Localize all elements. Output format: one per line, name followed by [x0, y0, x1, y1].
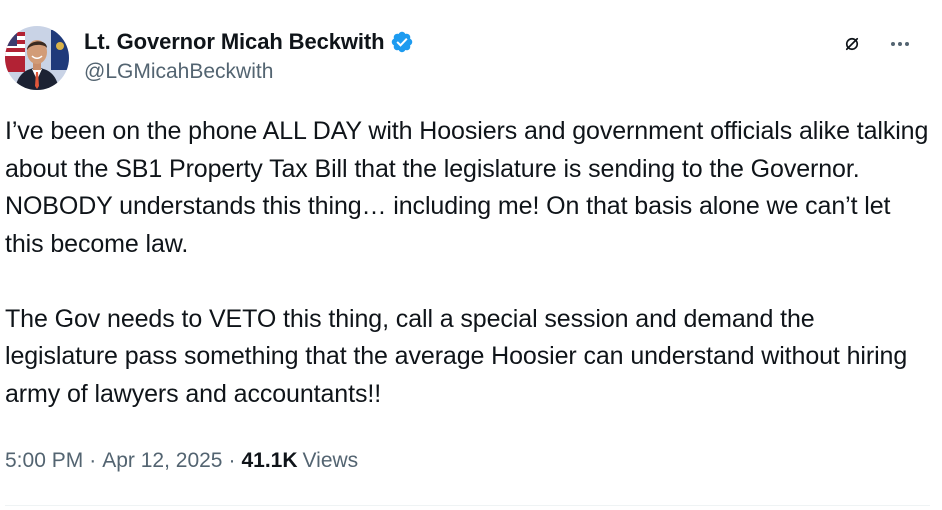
grok-icon[interactable] — [840, 32, 864, 56]
tweet-time[interactable]: 5:00 PM — [5, 449, 83, 473]
tweet-top-actions — [840, 32, 912, 56]
tweet-meta: 5:00 PM · Apr 12, 2025 · 41.1K Views — [5, 449, 358, 473]
views-label[interactable]: Views — [303, 449, 359, 473]
views-count[interactable]: 41.1K — [241, 449, 297, 473]
tweet-date[interactable]: Apr 12, 2025 — [102, 449, 222, 473]
divider — [5, 505, 930, 506]
avatar-image — [5, 26, 69, 90]
author-avatar[interactable] — [5, 26, 69, 90]
meta-separator: · — [89, 449, 97, 472]
verified-badge-icon[interactable] — [390, 30, 414, 54]
author-name-row: Lt. Governor Micah Beckwith — [84, 28, 414, 56]
tweet-card: Lt. Governor Micah Beckwith @LGMicahBeck… — [0, 0, 942, 510]
author-display-name[interactable]: Lt. Governor Micah Beckwith — [84, 29, 385, 55]
meta-separator-2: · — [228, 449, 236, 472]
tweet-text: I’ve been on the phone ALL DAY with Hoos… — [5, 117, 929, 408]
author-handle[interactable]: @LGMicahBeckwith — [84, 60, 414, 84]
more-options-icon[interactable] — [888, 32, 912, 56]
author-info: Lt. Governor Micah Beckwith @LGMicahBeck… — [84, 28, 414, 84]
